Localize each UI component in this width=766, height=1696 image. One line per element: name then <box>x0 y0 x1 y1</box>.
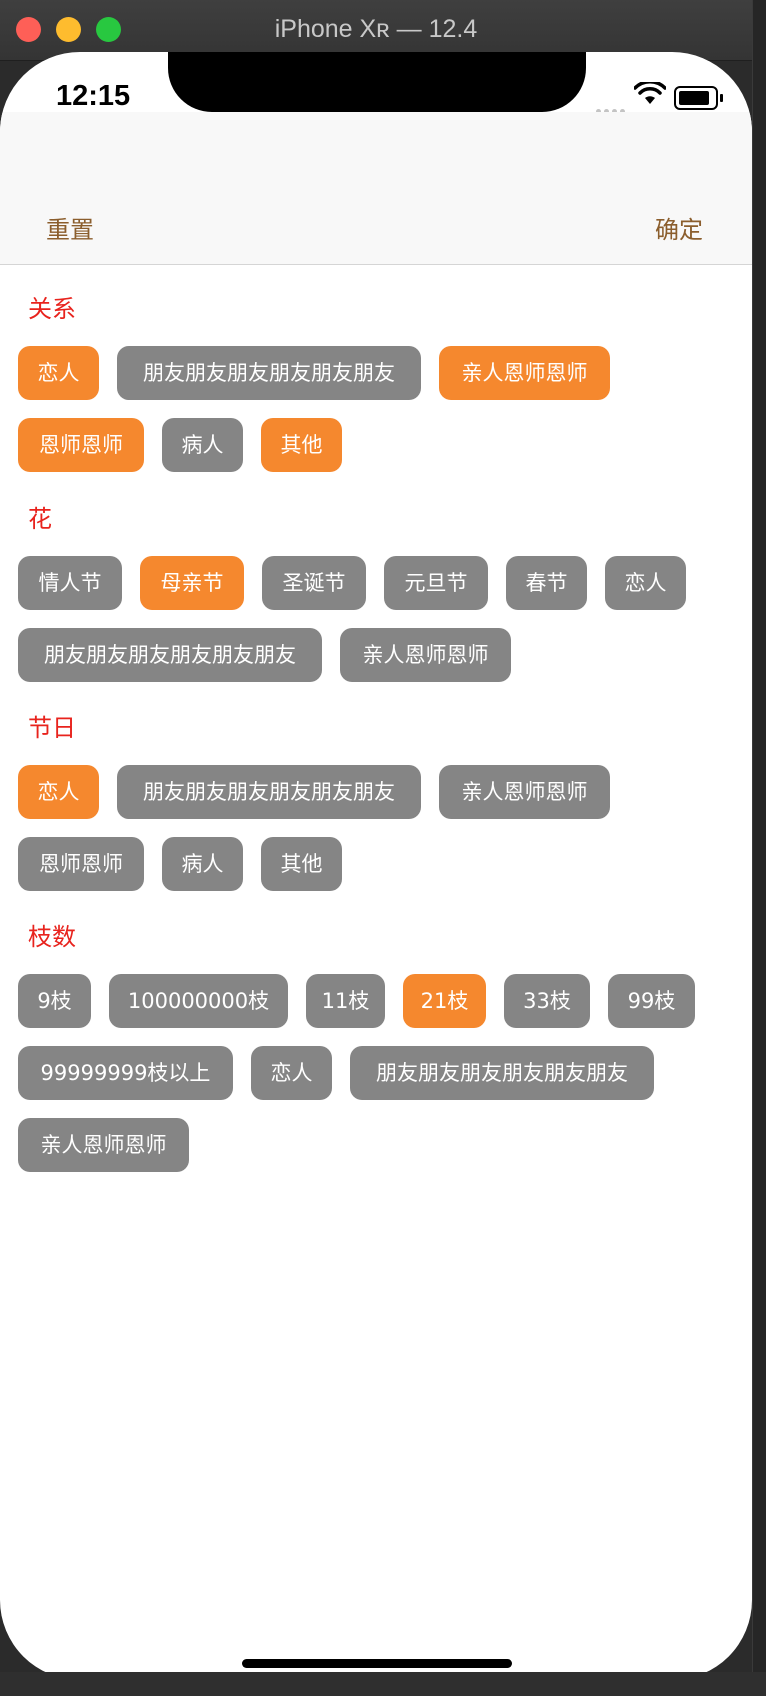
filter-navbar: 重置 确定 <box>0 112 752 265</box>
tag-unselected[interactable]: 恋人 <box>251 1046 332 1100</box>
home-indicator[interactable] <box>242 1659 512 1668</box>
tag-unselected[interactable]: 朋友朋友朋友朋友朋友朋友 <box>350 1046 654 1100</box>
status-time: 12:15 <box>56 80 131 112</box>
tag-selected[interactable]: 21枝 <box>403 974 486 1028</box>
section-title-holiday: 节日 <box>28 714 76 742</box>
tag-unselected[interactable]: 11枝 <box>306 974 385 1028</box>
section-title-flower: 花 <box>28 505 52 533</box>
tag-unselected[interactable]: 圣诞节 <box>262 556 366 610</box>
tag-unselected[interactable]: 元旦节 <box>384 556 488 610</box>
tag-selected[interactable]: 母亲节 <box>140 556 244 610</box>
tag-unselected[interactable]: 病人 <box>162 418 243 472</box>
tag-unselected[interactable]: 100000000枝 <box>109 974 288 1028</box>
tag-unselected[interactable]: 亲人恩师恩师 <box>18 1118 189 1172</box>
tag-unselected[interactable]: 朋友朋友朋友朋友朋友朋友 <box>117 765 421 819</box>
tag-unselected[interactable]: 恩师恩师 <box>18 837 144 891</box>
tag-selected[interactable]: 亲人恩师恩师 <box>439 346 610 400</box>
tag-unselected[interactable]: 其他 <box>261 837 342 891</box>
tag-unselected[interactable]: 99枝 <box>608 974 695 1028</box>
background-window-footer <box>0 1672 766 1696</box>
section-title-count: 枝数 <box>28 923 76 951</box>
tag-unselected[interactable]: 恋人 <box>605 556 686 610</box>
battery-icon <box>674 86 723 110</box>
tag-unselected[interactable]: 病人 <box>162 837 243 891</box>
tag-unselected[interactable]: 朋友朋友朋友朋友朋友朋友 <box>18 628 322 682</box>
confirm-button[interactable]: 确定 <box>655 210 703 245</box>
background-window-edge <box>752 0 766 1696</box>
tag-unselected[interactable]: 亲人恩师恩师 <box>439 765 610 819</box>
tag-unselected[interactable]: 33枝 <box>504 974 590 1028</box>
simulator-title: iPhone Xʀ — 12.4 <box>274 15 478 43</box>
device-notch <box>168 52 586 112</box>
tag-unselected[interactable]: 9枝 <box>18 974 91 1028</box>
reset-button[interactable]: 重置 <box>46 210 94 245</box>
tag-unselected[interactable]: 亲人恩师恩师 <box>340 628 511 682</box>
tag-unselected[interactable]: 春节 <box>506 556 587 610</box>
tag-unselected[interactable]: 99999999枝以上 <box>18 1046 233 1100</box>
tag-unselected[interactable]: 朋友朋友朋友朋友朋友朋友 <box>117 346 421 400</box>
tag-selected[interactable]: 其他 <box>261 418 342 472</box>
tag-selected[interactable]: 恩师恩师 <box>18 418 144 472</box>
tag-selected[interactable]: 恋人 <box>18 346 99 400</box>
tag-selected[interactable]: 恋人 <box>18 765 99 819</box>
wifi-icon <box>634 82 666 104</box>
device-screen: 12:15 重置 确定 关系 恋人 朋友朋友朋友朋友朋友朋友 亲人恩师恩师 恩师… <box>0 52 752 1680</box>
tag-unselected[interactable]: 情人节 <box>18 556 122 610</box>
section-title-relation: 关系 <box>28 295 76 323</box>
